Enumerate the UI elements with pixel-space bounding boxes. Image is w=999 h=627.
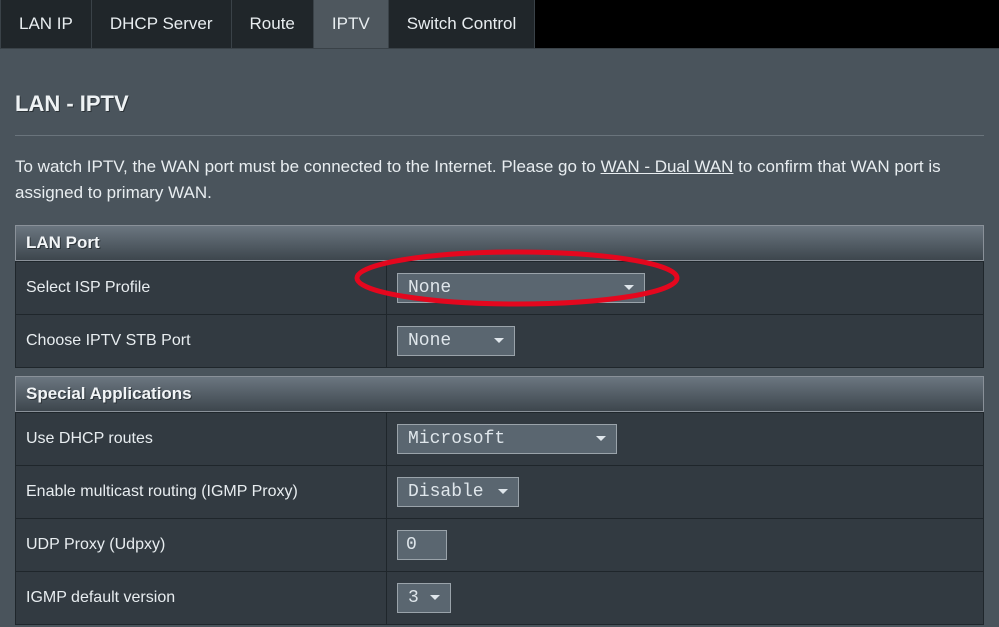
row-dhcp-routes: Use DHCP routes Microsoft <box>16 412 984 465</box>
page-body: LAN - IPTV To watch IPTV, the WAN port m… <box>0 49 999 627</box>
chevron-down-icon <box>498 489 508 494</box>
group-header-special-apps: Special Applications <box>15 376 984 412</box>
chevron-down-icon <box>430 595 440 600</box>
chevron-down-icon <box>596 436 606 441</box>
row-isp-profile: Select ISP Profile None <box>16 261 984 314</box>
igmp-version-value: 3 <box>408 588 419 608</box>
tab-dhcp-server[interactable]: DHCP Server <box>92 0 232 48</box>
page-title: LAN - IPTV <box>15 91 984 117</box>
dhcp-routes-value: Microsoft <box>408 429 505 449</box>
intro-text: To watch IPTV, the WAN port must be conn… <box>15 154 984 207</box>
tab-switch-control[interactable]: Switch Control <box>389 0 536 48</box>
igmp-version-label: IGMP default version <box>16 571 387 624</box>
row-igmp-version: IGMP default version 3 <box>16 571 984 624</box>
intro-pre: To watch IPTV, the WAN port must be conn… <box>15 157 601 176</box>
tab-route[interactable]: Route <box>232 0 314 48</box>
mcast-label: Enable multicast routing (IGMP Proxy) <box>16 465 387 518</box>
stb-port-cell: None <box>387 314 984 367</box>
dhcp-routes-label: Use DHCP routes <box>16 412 387 465</box>
stb-port-select[interactable]: None <box>397 326 515 356</box>
row-stb-port: Choose IPTV STB Port None <box>16 314 984 367</box>
isp-profile-cell: None <box>387 261 984 314</box>
dhcp-routes-select[interactable]: Microsoft <box>397 424 617 454</box>
udpxy-label: UDP Proxy (Udpxy) <box>16 518 387 571</box>
wan-dual-wan-link[interactable]: WAN - Dual WAN <box>601 157 734 176</box>
udpxy-input[interactable]: 0 <box>397 530 447 560</box>
row-udpxy: UDP Proxy (Udpxy) 0 <box>16 518 984 571</box>
chevron-down-icon <box>624 285 634 290</box>
special-apps-table: Use DHCP routes Microsoft Enable multica… <box>15 412 984 625</box>
igmp-version-select[interactable]: 3 <box>397 583 451 613</box>
stb-port-label: Choose IPTV STB Port <box>16 314 387 367</box>
chevron-down-icon <box>494 338 504 343</box>
tab-iptv[interactable]: IPTV <box>314 0 389 48</box>
stb-port-value: None <box>408 331 451 351</box>
mcast-value: Disable <box>408 482 484 502</box>
top-tabbar: LAN IP DHCP Server Route IPTV Switch Con… <box>0 0 999 49</box>
tab-lan-ip[interactable]: LAN IP <box>0 0 92 48</box>
isp-profile-value: None <box>408 278 451 298</box>
isp-profile-label: Select ISP Profile <box>16 261 387 314</box>
lan-port-table: Select ISP Profile None Choose IPTV STB … <box>15 261 984 368</box>
mcast-select[interactable]: Disable <box>397 477 519 507</box>
row-mcast: Enable multicast routing (IGMP Proxy) Di… <box>16 465 984 518</box>
group-header-lan-port: LAN Port <box>15 225 984 261</box>
isp-profile-select[interactable]: None <box>397 273 645 303</box>
title-separator <box>15 135 984 136</box>
